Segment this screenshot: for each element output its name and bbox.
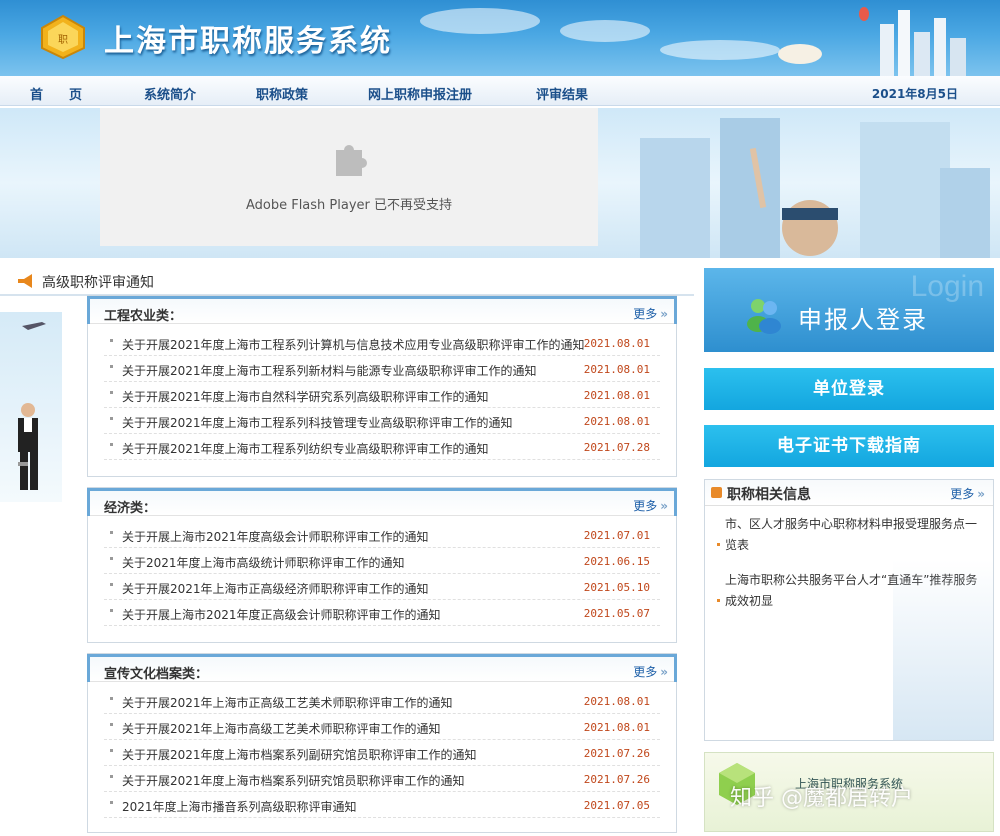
notice-link[interactable]: 关于2021年度上海市高级统计师职称评审工作的通知 — [122, 554, 405, 571]
notice-date: 2021.08.01 — [583, 721, 650, 734]
notice-link[interactable]: 关于开展2021年上海市正高级经济师职称评审工作的通知 — [122, 580, 429, 597]
notice-date: 2021.07.01 — [583, 529, 650, 542]
businessman-illustration — [18, 322, 46, 490]
flash-placeholder: Adobe Flash Player 已不再受支持 — [100, 108, 598, 246]
notice-date: 2021.08.01 — [583, 363, 650, 376]
info-panel-header: 职称相关信息 更多» — [705, 480, 993, 506]
site-title: 上海市职称服务系统 — [104, 24, 392, 59]
main-nav: 首 页 系统简介 职称政策 网上职称申报注册 评审结果 2021年8月5日 — [0, 76, 1000, 106]
list-item: 关于开展2021年上海市高级工艺美术师职称评审工作的通知 2021.08.01 — [104, 714, 660, 740]
notice-date: 2021.07.28 — [583, 441, 650, 454]
nav-review-results[interactable]: 评审结果 — [536, 84, 588, 103]
notice-link[interactable]: 关于开展2021年度上海市档案系列研究馆员职称评审工作的通知 — [122, 772, 465, 789]
notice-link[interactable]: 关于开展2021年度上海市工程系列新材料与能源专业高级职称评审工作的通知 — [122, 362, 537, 379]
e-certificate-guide-button[interactable]: 电子证书下载指南 — [704, 425, 994, 467]
info-square-icon — [711, 487, 722, 498]
more-link[interactable]: 更多» — [950, 485, 985, 502]
notice-date: 2021.05.10 — [583, 581, 650, 594]
notice-link[interactable]: 关于开展2021年度上海市工程系列计算机与信息技术应用专业高级职称评审工作的通知 — [122, 336, 585, 353]
notice-date: 2021.08.01 — [583, 415, 650, 428]
more-link[interactable]: 更多» — [633, 305, 668, 322]
cloud-decoration — [560, 20, 650, 42]
cloud-decoration — [420, 8, 540, 34]
top-banner: Adobe Flash Player 已不再受支持 — [0, 108, 1000, 258]
nav-home[interactable]: 首 页 — [30, 84, 82, 103]
notice-link[interactable]: 关于开展2021年度上海市档案系列副研究馆员职称评审工作的通知 — [122, 746, 477, 763]
box-header: 宣传文化档案类： 更多» — [87, 654, 677, 682]
list-item: 关于开展上海市2021年度高级会计师职称评审工作的通知 2021.07.01 — [104, 522, 660, 548]
notice-date: 2021.07.26 — [583, 747, 650, 760]
list-item: 关于开展2021年度上海市工程系列新材料与能源专业高级职称评审工作的通知 2021… — [104, 356, 660, 382]
more-link[interactable]: 更多» — [633, 663, 668, 680]
notice-list: 关于开展上海市2021年度高级会计师职称评审工作的通知 2021.07.01 关于… — [88, 516, 676, 626]
puzzle-icon — [336, 145, 367, 176]
notice-list: 关于开展2021年度上海市工程系列计算机与信息技术应用专业高级职称评审工作的通知… — [88, 324, 676, 460]
list-item: 关于开展2021年度上海市档案系列研究馆员职称评审工作的通知 2021.07.26 — [104, 766, 660, 792]
double-chevron-right-icon: » — [660, 307, 668, 321]
login-background-word: Login — [910, 270, 984, 303]
site-header: 职 上海市职称服务系统 — [0, 0, 1000, 76]
list-item: 关于开展2021年度上海市自然科学研究系列高级职称评审工作的通知 2021.08.… — [104, 382, 660, 408]
list-item: 关于开展上海市2021年度正高级会计师职称评审工作的通知 2021.05.07 — [104, 600, 660, 626]
list-item: 关于开展2021年度上海市工程系列计算机与信息技术应用专业高级职称评审工作的通知… — [104, 330, 660, 356]
notice-date: 2021.06.15 — [583, 555, 650, 568]
info-panel-title: 职称相关信息 — [727, 487, 811, 503]
nav-system-intro[interactable]: 系统简介 — [144, 84, 196, 103]
nav-title-policy[interactable]: 职称政策 — [256, 84, 308, 103]
culture-archives-box: 宣传文化档案类： 更多» 关于开展2021年上海市正高级工艺美术师职称评审工作的… — [87, 653, 677, 833]
watermark: 知乎 @魔都居转户 — [730, 786, 913, 811]
notice-link[interactable]: 2021年度上海市播音系列高级职称评审通知 — [122, 798, 357, 815]
skyline-icon — [778, 7, 966, 76]
applicant-login-label: 申报人登录 — [798, 306, 928, 334]
nav-online-registration[interactable]: 网上职称申报注册 — [368, 84, 472, 103]
title-info-panel: 职称相关信息 更多» 市、区人才服务中心职称材料申报受理服务点一览表 上海市职称… — [704, 479, 994, 741]
list-item: 关于开展2021年上海市正高级工艺美术师职称评审工作的通知 2021.08.01 — [104, 688, 660, 714]
notice-list: 关于开展2021年上海市正高级工艺美术师职称评审工作的通知 2021.08.01 … — [88, 682, 676, 818]
notice-link[interactable]: 关于开展2021年上海市高级工艺美术师职称评审工作的通知 — [122, 720, 441, 737]
box-title: 经济类： — [104, 501, 157, 516]
city-banner-image — [640, 118, 990, 258]
section-title: 高级职称评审通知 — [42, 275, 154, 291]
notice-link[interactable]: 关于开展2021年度上海市工程系列纺织专业高级职称评审工作的通知 — [122, 440, 489, 457]
list-item: 2021年度上海市播音系列高级职称评审通知 2021.07.05 — [104, 792, 660, 818]
flash-unsupported-message: Adobe Flash Player 已不再受支持 — [245, 198, 453, 213]
svg-text:职: 职 — [58, 34, 68, 46]
megaphone-icon — [18, 274, 32, 288]
notice-link[interactable]: 关于开展上海市2021年度正高级会计师职称评审工作的通知 — [122, 606, 441, 623]
economics-box: 经济类： 更多» 关于开展上海市2021年度高级会计师职称评审工作的通知 2021… — [87, 487, 677, 643]
users-icon — [747, 299, 781, 334]
notice-link[interactable]: 关于开展2021年度上海市自然科学研究系列高级职称评审工作的通知 — [122, 388, 489, 405]
notice-link[interactable]: 关于开展2021年度上海市工程系列科技管理专业高级职称评审工作的通知 — [122, 414, 513, 431]
list-item: 关于2021年度上海市高级统计师职称评审工作的通知 2021.06.15 — [104, 548, 660, 574]
applicant-login-button[interactable]: Login 申报人登录 — [704, 268, 994, 352]
info-item[interactable]: 市、区人才服务中心职称材料申报受理服务点一览表 — [705, 506, 993, 562]
notice-link[interactable]: 关于开展2021年上海市正高级工艺美术师职称评审工作的通知 — [122, 694, 453, 711]
double-chevron-right-icon: » — [977, 487, 985, 501]
box-header: 工程农业类： 更多» — [87, 296, 677, 324]
list-item: 关于开展2021年度上海市工程系列科技管理专业高级职称评审工作的通知 2021.0… — [104, 408, 660, 434]
section-header: 高级职称评审通知 — [0, 266, 694, 296]
box-header: 经济类： 更多» — [87, 488, 677, 516]
double-chevron-right-icon: » — [660, 499, 668, 513]
left-decoration — [0, 312, 62, 502]
notice-date: 2021.07.05 — [583, 799, 650, 812]
notice-date: 2021.05.07 — [583, 607, 650, 620]
current-date: 2021年8月5日 — [871, 87, 958, 101]
more-link[interactable]: 更多» — [633, 497, 668, 514]
info-decoration — [893, 560, 993, 740]
list-item: 关于开展2021年度上海市档案系列副研究馆员职称评审工作的通知 2021.07.2… — [104, 740, 660, 766]
unit-login-button[interactable]: 单位登录 — [704, 368, 994, 410]
notice-date: 2021.08.01 — [583, 337, 650, 350]
notice-date: 2021.07.26 — [583, 773, 650, 786]
notice-date: 2021.08.01 — [583, 695, 650, 708]
box-title: 宣传文化档案类： — [104, 667, 209, 682]
site-logo-icon: 职 — [41, 14, 85, 60]
notice-date: 2021.08.01 — [583, 389, 650, 402]
double-chevron-right-icon: » — [660, 665, 668, 679]
box-title: 工程农业类： — [104, 309, 183, 324]
notice-link[interactable]: 关于开展上海市2021年度高级会计师职称评审工作的通知 — [122, 528, 429, 545]
list-item: 关于开展2021年度上海市工程系列纺织专业高级职称评审工作的通知 2021.07.… — [104, 434, 660, 460]
list-item: 关于开展2021年上海市正高级经济师职称评审工作的通知 2021.05.10 — [104, 574, 660, 600]
engineering-agriculture-box: 工程农业类： 更多» 关于开展2021年度上海市工程系列计算机与信息技术应用专业… — [87, 295, 677, 477]
